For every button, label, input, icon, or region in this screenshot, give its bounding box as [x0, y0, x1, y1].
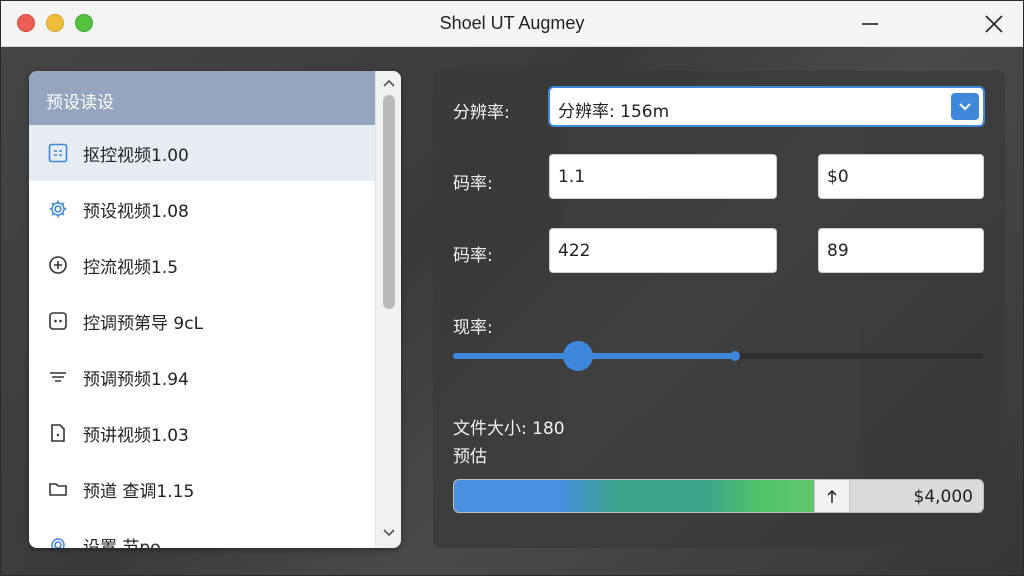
chevron-down-icon [959, 102, 971, 110]
preset-item-label: 设置 节po [83, 537, 161, 549]
title-bar: Shoel UT Augmey [1, 1, 1023, 47]
bitrate-extra-field-2[interactable]: 89 [818, 228, 984, 273]
gear-icon [47, 534, 69, 548]
preset-panel-header: 预设读设 [29, 71, 375, 125]
preset-item-label: 控调预第导 9cL [83, 313, 204, 334]
filesize-handle[interactable] [813, 480, 850, 512]
preset-item-label: 预讲视频1.03 [83, 425, 189, 446]
dropdown-button[interactable] [951, 93, 979, 120]
folder-icon [47, 478, 69, 500]
scroll-down-button[interactable] [376, 523, 401, 543]
resolution-select[interactable]: 分辨率: 156m [548, 86, 985, 127]
resolution-label: 分辨率: [453, 103, 510, 123]
plus-circle-icon [47, 254, 69, 276]
preset-list: 抠控视频1.00 预设视频1.08 控流视频1.5 控调预第导 9cL 预调预频… [29, 125, 375, 548]
close-button[interactable] [981, 11, 1007, 37]
close-icon [985, 15, 1003, 33]
preset-item-label: 控流视频1.5 [83, 257, 179, 278]
minimize-icon [862, 23, 878, 25]
preset-item[interactable]: 控流视频1.5 [29, 237, 375, 293]
rate-label: 现率: [453, 318, 493, 338]
resolution-select-value: 分辨率: 156m [558, 102, 670, 122]
preset-item[interactable]: 预讲视频1.03 [29, 405, 375, 461]
file-icon [47, 422, 69, 444]
rate-slider-fill [453, 353, 735, 359]
chevron-up-icon [383, 79, 395, 87]
rate-slider[interactable] [453, 341, 983, 371]
preset-item-label: 预调预频1.94 [83, 369, 189, 390]
rate-slider-range-end[interactable] [729, 351, 740, 361]
scroll-thumb[interactable] [383, 95, 395, 309]
bitrate-extra-field[interactable]: $0 [818, 154, 984, 199]
preset-panel: 预设读设 抠控视频1.00 预设视频1.08 控流视频1.5 控调预第导 9cL… [29, 71, 401, 548]
video-icon [47, 142, 69, 164]
filesize-value: $4,000 [913, 487, 973, 507]
preset-item-label: 预设视频1.08 [83, 201, 189, 222]
preset-item-label: 抠控视频1.00 [83, 145, 189, 166]
rate-slider-thumb[interactable] [562, 341, 593, 371]
app-window: Shoel UT Augmey 预设读设 抠控视频1.00 预设视频1.08 控… [0, 0, 1024, 576]
scroll-up-button[interactable] [376, 73, 401, 93]
bitrate-field-2[interactable]: 422 [549, 228, 777, 273]
estimate-label: 预估 [453, 447, 487, 467]
dots-box-icon [47, 310, 69, 332]
preset-item[interactable]: 预设视频1.08 [29, 181, 375, 237]
bitrate-label-2: 码率: [453, 246, 493, 266]
preset-item[interactable]: 预调预频1.94 [29, 349, 375, 405]
preset-list-scrollbar[interactable] [375, 71, 401, 548]
filter-icon [47, 366, 69, 388]
filesize-bar[interactable]: $4,000 [453, 479, 984, 513]
minimize-button[interactable] [857, 11, 883, 37]
filesize-label: 文件大小: 180 [453, 419, 565, 439]
settings-panel: 分辨率: 分辨率: 156m 码率: 1.1 $0 码率: 422 89 现率:… [433, 71, 1005, 548]
arrow-up-icon [827, 489, 837, 503]
preset-item[interactable]: 控调预第导 9cL [29, 293, 375, 349]
filesize-fill [454, 480, 814, 512]
bitrate-field[interactable]: 1.1 [549, 154, 777, 199]
preset-item[interactable]: 预道 查调1.15 [29, 461, 375, 517]
chevron-down-icon [383, 529, 395, 537]
gear-icon [47, 198, 69, 220]
preset-item[interactable]: 抠控视频1.00 [29, 125, 375, 181]
preset-item[interactable]: 设置 节po [29, 517, 375, 548]
bitrate-label: 码率: [453, 174, 493, 194]
preset-item-label: 预道 查调1.15 [83, 481, 195, 502]
